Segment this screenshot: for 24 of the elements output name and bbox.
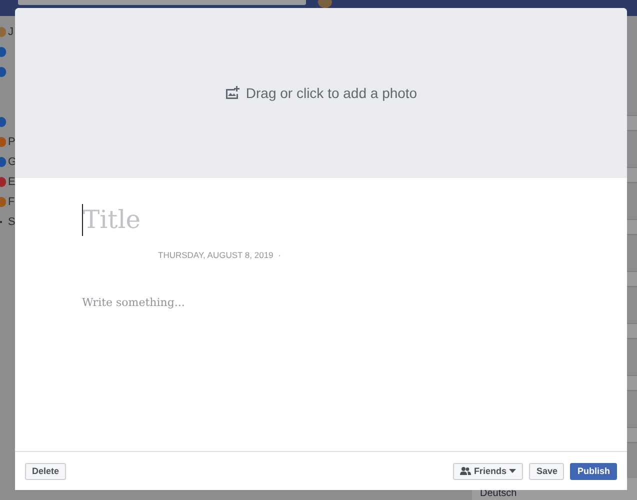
audience-button[interactable]: Friends [452, 462, 524, 480]
photo-prompt: Drag or click to add a photo [246, 85, 418, 101]
body-field[interactable]: Write something... [82, 296, 185, 309]
sidebar-item[interactable]: P [8, 136, 16, 148]
sidebar-item[interactable]: E [8, 176, 16, 188]
panel-edge [626, 167, 637, 183]
separator-text: · [278, 250, 282, 260]
add-photo-icon [224, 86, 240, 100]
publish-button[interactable]: Publish [570, 462, 617, 480]
sidebar-item[interactable]: F [8, 196, 15, 208]
caret-icon [509, 469, 516, 473]
save-button[interactable]: Save [529, 462, 564, 480]
panel-edge [626, 219, 637, 235]
panel-edge [626, 427, 637, 443]
sidebar-item[interactable]: J [8, 26, 14, 38]
date-text: THURSDAY, AUGUST 8, 2019 [158, 250, 274, 260]
photo-dropzone[interactable]: Drag or click to add a photo [15, 8, 627, 178]
people-icon [460, 467, 471, 475]
sidebar-item[interactable]: S [8, 216, 16, 228]
panel-edge [626, 375, 637, 391]
delete-button[interactable]: Delete [25, 462, 66, 480]
panel-edge [626, 115, 637, 131]
panel-edge [626, 271, 637, 287]
panel-edge [626, 323, 637, 339]
